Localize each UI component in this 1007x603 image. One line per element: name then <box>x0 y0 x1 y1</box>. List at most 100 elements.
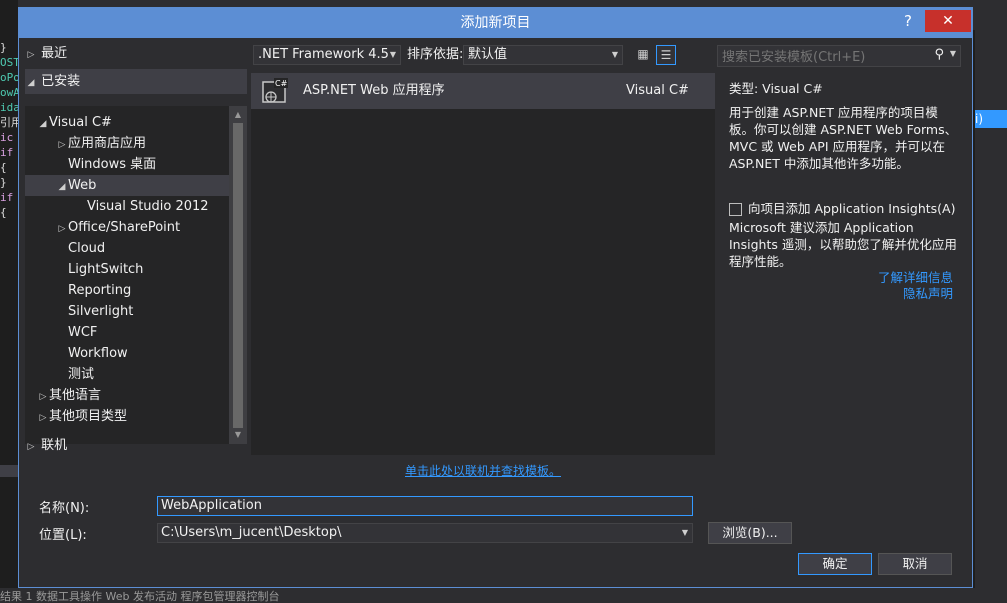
tree-node[interactable]: LightSwitch <box>25 259 229 280</box>
tree-scrollbar[interactable]: ▲ ▼ <box>229 106 247 444</box>
tree-node[interactable]: 测试 <box>25 364 229 385</box>
expand-arrow-icon: ◢ <box>39 119 47 129</box>
tree-node-label: 其他项目类型 <box>49 409 128 424</box>
template-tree: ▷ 最近 ◢ 已安装 ◢ Visual C# ▷ 应用商店应用 Windows 桌面 ◢ W… <box>25 38 247 462</box>
chevron-down-icon: ▼ <box>611 50 618 59</box>
cancel-button[interactable]: 取消 <box>878 553 952 575</box>
insights-checkbox-row[interactable]: 向项目添加 Application Insights(A) <box>729 198 961 217</box>
search-input[interactable] <box>718 46 932 68</box>
ide-status-bar: 结果 1 数据工具操作 Web 发布活动 程序包管理器控制台 <box>0 588 1007 603</box>
expand-arrow-icon: ▷ <box>27 50 35 60</box>
expand-arrow-icon: ▷ <box>39 392 47 402</box>
template-badge: C# <box>275 79 288 88</box>
tree-node[interactable]: Windows 桌面 <box>25 154 229 175</box>
code-line: ic <box>0 131 14 144</box>
code-line: { <box>0 206 7 219</box>
tree-node-label: WCF <box>68 325 98 340</box>
expand-arrow-icon: ▷ <box>27 442 35 452</box>
tree-node-label: Workflow <box>68 346 128 361</box>
dialog-titlebar[interactable]: 添加新项目 ? ✕ <box>19 8 972 38</box>
code-line: owA <box>0 86 18 99</box>
insights-checkbox[interactable] <box>729 203 742 216</box>
tree-node-label: 应用商店应用 <box>68 136 147 151</box>
tree-node[interactable]: ◢ Visual C# <box>25 112 229 133</box>
help-button[interactable]: ? <box>891 10 925 32</box>
tree-node-label: Office/SharePoint <box>68 220 181 235</box>
template-type: 类型: Visual C# <box>729 81 823 96</box>
tree-node-recent[interactable]: ▷ 最近 <box>25 41 247 66</box>
learn-more-link[interactable]: 了解详细信息 <box>729 270 953 286</box>
browse-button[interactable]: 浏览(B)... <box>708 522 792 544</box>
name-input[interactable]: WebApplication <box>157 496 693 516</box>
code-line: if <box>0 146 14 159</box>
add-new-project-dialog: 添加新项目 ? ✕ ▷ 最近 ◢ 已安装 ◢ Visual C# ▷ 应用商店应用 Wi… <box>18 7 973 588</box>
expand-arrow-icon: ▷ <box>58 140 66 150</box>
scroll-thumb[interactable] <box>233 123 243 428</box>
aspnet-project-icon: C# <box>262 78 288 103</box>
code-line: OST <box>0 56 18 69</box>
code-line: if <box>0 191 14 204</box>
privacy-link[interactable]: 隐私声明 <box>729 286 953 302</box>
name-label: 名称(N): <box>39 501 90 516</box>
tree-node-label: 联机 <box>41 438 68 453</box>
tree-node-installed[interactable]: ◢ 已安装 <box>25 69 247 94</box>
tree-node-label: 其他语言 <box>49 388 102 403</box>
tree-node-online[interactable]: ▷ 联机 <box>25 433 247 458</box>
dialog-title: 添加新项目 <box>460 15 531 31</box>
sort-select[interactable]: 默认值 ▼ <box>463 45 623 65</box>
dialog-body: ▷ 最近 ◢ 已安装 ◢ Visual C# ▷ 应用商店应用 Windows 桌面 ◢ W… <box>25 38 966 583</box>
location-select[interactable]: C:\Users\m_jucent\Desktop\ ▼ <box>157 523 693 543</box>
list-view-icon[interactable]: ☰ <box>656 45 676 65</box>
details-links: 了解详细信息 隐私声明 <box>729 270 953 302</box>
ide-code-fragment: } OST oPo owA ida 引用 ic if {} if { <box>0 40 18 470</box>
collapse-arrow-icon: ◢ <box>27 78 35 88</box>
ok-button[interactable]: 确定 <box>798 553 872 575</box>
code-line: 引用 <box>0 116 18 129</box>
template-search-box[interactable]: ⚲ ▼ <box>717 45 961 68</box>
name-value: WebApplication <box>161 498 262 513</box>
tree-node[interactable]: ▷ Office/SharePoint <box>25 217 229 238</box>
insights-checkbox-label: 向项目添加 Application Insights(A) <box>748 201 956 216</box>
template-description: 用于创建 ASP.NET 应用程序的项目模板。你可以创建 ASP.NET Web… <box>729 105 958 171</box>
find-online-templates-link[interactable]: 单击此处以联机并查找模板。 <box>251 462 715 479</box>
ide-selected-item: i) <box>975 110 1007 128</box>
tree-node[interactable]: Visual Studio 2012 <box>25 196 229 217</box>
ide-status-text: 结果 1 数据工具操作 Web 发布活动 程序包管理器控制台 <box>0 590 280 603</box>
tree-node[interactable]: ▷ 其他项目类型 <box>25 406 229 427</box>
tree-node-label: 测试 <box>68 367 95 382</box>
project-form: 名称(N): WebApplication 位置(L): C:\Users\m_… <box>25 489 966 583</box>
sort-value: 默认值 <box>468 47 508 62</box>
code-line: } <box>0 41 7 54</box>
tree-node[interactable]: ◢ Web <box>25 175 229 196</box>
tree-node[interactable]: ▷ 应用商店应用 <box>25 133 229 154</box>
template-toolbar: .NET Framework 4.5 ▼ 排序依据: 默认值 ▼ ▦ ☰ <box>253 45 713 67</box>
scroll-up-icon[interactable]: ▲ <box>229 108 247 122</box>
location-value: C:\Users\m_jucent\Desktop\ <box>161 525 342 540</box>
tree-node-label: Web <box>68 178 97 193</box>
tree-node-label: 已安装 <box>41 74 81 89</box>
chevron-down-icon[interactable]: ▼ <box>950 49 956 58</box>
tree-node[interactable]: ▷ 其他语言 <box>25 385 229 406</box>
tree-node[interactable]: Reporting <box>25 280 229 301</box>
tree-node[interactable]: WCF <box>25 322 229 343</box>
tree-node-label: Windows 桌面 <box>68 157 157 172</box>
close-button[interactable]: ✕ <box>925 10 971 32</box>
template-name: ASP.NET Web 应用程序 <box>303 83 445 98</box>
insights-note: Microsoft 建议添加 Application Insights 遥测，以… <box>729 220 957 269</box>
chevron-down-icon: ▼ <box>681 528 688 537</box>
tree-node[interactable]: Silverlight <box>25 301 229 322</box>
grid-view-icon[interactable]: ▦ <box>633 45 653 65</box>
framework-select[interactable]: .NET Framework 4.5 ▼ <box>253 45 401 65</box>
tree-node-label: Cloud <box>68 241 106 256</box>
tree-node-label: Silverlight <box>68 304 134 319</box>
tree-node[interactable]: Workflow <box>25 343 229 364</box>
tree-node-label: LightSwitch <box>68 262 144 277</box>
tree-node-label: 最近 <box>41 46 68 61</box>
template-item[interactable]: C# ASP.NET Web 应用程序 Visual C# <box>251 73 715 109</box>
ide-scrollbar-fragment <box>0 465 18 477</box>
ide-solution-explorer-fragment: i) <box>975 30 1007 603</box>
tree-node[interactable]: Cloud <box>25 238 229 259</box>
code-line: ida <box>0 101 18 114</box>
tree-node-label: Visual C# <box>49 115 112 130</box>
search-icon[interactable]: ⚲ <box>934 47 944 62</box>
